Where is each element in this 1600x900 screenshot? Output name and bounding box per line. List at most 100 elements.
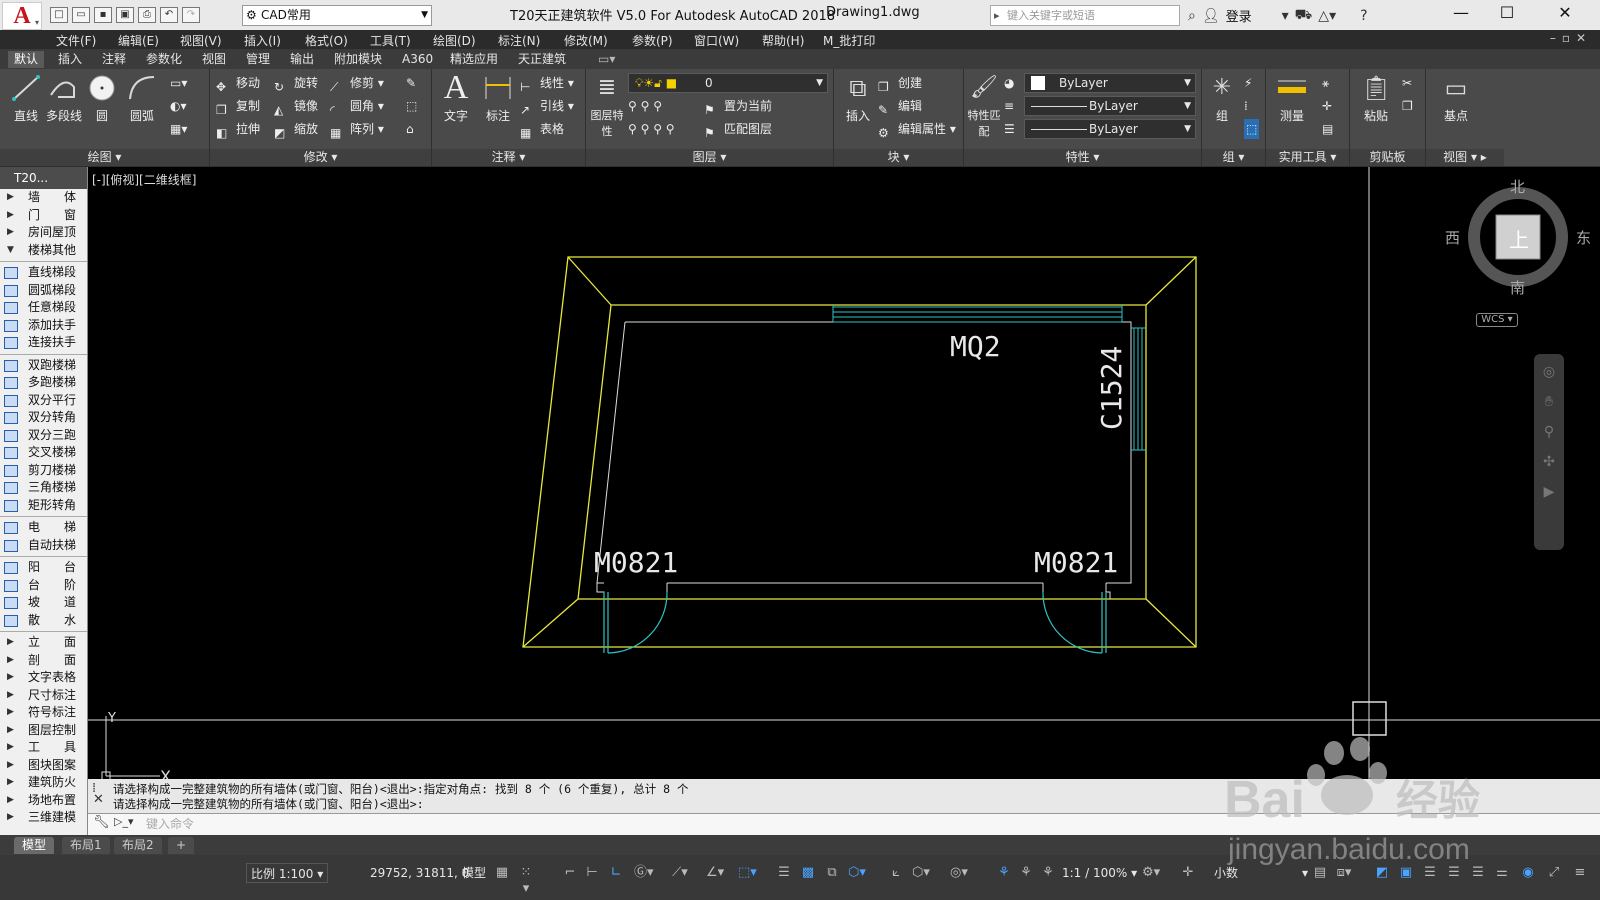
palette-item[interactable]: 矩形转角 <box>0 497 87 515</box>
search-input[interactable]: ▸ 键入关键字或短语 <box>990 5 1180 26</box>
palette-header[interactable]: T20... <box>0 167 87 189</box>
measure-button[interactable]: 测量 <box>1270 73 1314 124</box>
isodraft-icon[interactable]: ⟋▾ <box>672 865 688 881</box>
tab-layout2[interactable]: 布局2 <box>114 837 162 854</box>
tab-annotate[interactable]: 注释 <box>96 51 132 68</box>
palette-item[interactable]: 自动扶梯 <box>0 537 87 555</box>
dynamic-input-icon[interactable]: ⊢ <box>584 865 600 881</box>
tool-icon-c[interactable]: ⚌ <box>1494 865 1510 881</box>
dimension-button[interactable]: 标注 <box>476 73 520 124</box>
application-menu-button[interactable]: A ▾ <box>2 2 42 30</box>
3d-osnap-icon[interactable]: ⬡▾ <box>848 865 866 881</box>
menu-window[interactable]: 窗口(W) <box>694 32 739 49</box>
explode-icon[interactable]: ⬚ <box>406 96 417 116</box>
viewcube-east[interactable]: 东 <box>1576 227 1591 248</box>
palette-item[interactable]: 多跑楼梯 <box>0 374 87 392</box>
erase-icon[interactable]: ✎ <box>406 73 416 93</box>
tab-manage[interactable]: 管理 <box>240 51 276 68</box>
palette-item[interactable]: ▶ 图层控制 <box>0 722 87 740</box>
palette-item[interactable]: ▶ 门 窗 <box>0 207 87 225</box>
command-input[interactable]: 键入命令 <box>88 813 1600 835</box>
open-icon[interactable]: ▭ <box>72 7 90 23</box>
menu-insert[interactable]: 插入(I) <box>244 32 281 49</box>
command-prompt-icon[interactable]: ▷_▾ <box>114 815 133 828</box>
base-view-button[interactable]: ▭ 基点 <box>1434 73 1478 124</box>
dynamic-ucs-icon[interactable]: ⟀ <box>888 865 904 881</box>
menu-draw[interactable]: 绘图(D) <box>433 32 476 49</box>
stretch-button[interactable]: ◧ 拉伸 <box>216 119 260 140</box>
hatch-icon[interactable]: ◐▾ <box>170 96 187 116</box>
viewcube-south[interactable]: 南 <box>1510 277 1525 298</box>
showmotion-icon[interactable]: ▶ <box>1539 484 1559 504</box>
palette-item[interactable]: ▶ 墙 体 <box>0 189 87 207</box>
binoculars-icon[interactable]: ⌕ <box>1188 8 1196 24</box>
palette-item[interactable]: 交叉楼梯 <box>0 444 87 462</box>
view-panel-title[interactable]: 视图 ▾ ▸ <box>1426 149 1504 166</box>
rotate-button[interactable]: ↻ 旋转 <box>274 73 318 94</box>
tab-featured-apps[interactable]: 精选应用 <box>444 51 504 68</box>
palette-item[interactable]: ▶ 文字表格 <box>0 669 87 687</box>
pan-icon[interactable]: ✋︎ <box>1539 394 1559 414</box>
block-panel-title[interactable]: 块 ▾ <box>834 149 963 166</box>
customize-status-icon[interactable]: ≡ <box>1572 865 1588 881</box>
palette-item[interactable]: ▶ 剖 面 <box>0 652 87 670</box>
object-snap-icon[interactable]: ⬚▾ <box>738 865 757 881</box>
tool-icon-d[interactable]: ◉ <box>1520 865 1536 881</box>
palette-item[interactable]: 双分三跑 <box>0 427 87 445</box>
menu-parametric[interactable]: 参数(P) <box>632 32 673 49</box>
paste-button[interactable]: 📋︎ 粘贴 <box>1354 73 1398 124</box>
create-block-button[interactable]: ❐ 创建 <box>878 73 922 94</box>
annotation-scale-icon[interactable]: ⚘ <box>1040 865 1056 881</box>
color-dropdown[interactable]: ByLayer ▼ <box>1024 73 1196 93</box>
cut-icon[interactable]: ✂ <box>1402 73 1412 93</box>
palette-item[interactable]: 三角楼梯 <box>0 479 87 497</box>
draw-panel-title[interactable]: 绘图 ▾ <box>0 149 209 166</box>
close-button[interactable]: ✕ <box>1530 0 1600 28</box>
selection-cycling-icon[interactable]: ⧉ <box>824 865 840 881</box>
snap-icon[interactable]: ⁙▾ <box>518 865 534 896</box>
table-button[interactable]: ▦ 表格 <box>520 119 564 140</box>
layer-tools-row1[interactable]: ⚲ ⚲ ⚲ <box>628 96 662 116</box>
palette-item[interactable]: 阳 台 <box>0 559 87 577</box>
workspace-switch-icon[interactable]: ⚙▾ <box>1142 865 1160 881</box>
group-button[interactable]: ✳ 组 <box>1202 73 1242 124</box>
leader-button[interactable]: ↗ 引线 ▾ <box>520 96 574 117</box>
ortho-icon[interactable]: ∟ <box>608 865 624 881</box>
palette-item[interactable]: 双分平行 <box>0 392 87 410</box>
coordinates-readout[interactable]: 29752, 31811, 0 <box>370 863 469 883</box>
wcs-menu[interactable]: WCS ▾ <box>1476 313 1518 327</box>
quick-properties-icon[interactable]: ▤ <box>1312 865 1328 881</box>
undo-icon[interactable]: ↶ <box>160 7 178 23</box>
zoom-icon[interactable]: ⚲ <box>1539 424 1559 444</box>
transparency-icon[interactable]: ▩ <box>800 865 816 881</box>
lineweight-dropdown[interactable]: ByLayer ▼ <box>1024 119 1196 139</box>
user-icon[interactable]: 👤︎ <box>1202 8 1220 24</box>
match-properties-button[interactable]: 🖌︎ 特性匹配 <box>966 73 1002 139</box>
grid-icon[interactable]: ▦ <box>494 865 510 881</box>
palette-item[interactable]: 电 梯 <box>0 519 87 537</box>
palette-item[interactable]: ▶ 符号标注 <box>0 704 87 722</box>
insert-block-button[interactable]: ⧉ 插入 <box>836 73 880 124</box>
tab-output[interactable]: 输出 <box>284 51 320 68</box>
orbit-icon[interactable]: ✣ <box>1539 454 1559 474</box>
close-icon[interactable]: ✕ <box>93 792 104 807</box>
layer-properties-button[interactable]: ≣ 图层特性 <box>588 73 626 139</box>
match-layer-button[interactable]: ⚑ 匹配图层 <box>704 119 772 140</box>
trim-button[interactable]: ⟋ 修剪 ▾ <box>330 73 384 94</box>
rectangle-icon[interactable]: ▭▾ <box>170 73 187 93</box>
region-icon[interactable]: ▦▾ <box>170 119 187 139</box>
tab-layout1[interactable]: 布局1 <box>62 837 110 854</box>
palette-item[interactable]: ▶ 图块图案 <box>0 757 87 775</box>
palette-item[interactable]: 坡 道 <box>0 594 87 612</box>
palette-item[interactable]: ▶ 工 具 <box>0 739 87 757</box>
selection-filter-icon[interactable]: ⬡▾ <box>912 865 930 881</box>
viewport-controls[interactable]: [-][俯视][二维线框] <box>92 171 196 188</box>
group-select-icon[interactable]: ⬚ <box>1244 119 1260 139</box>
viewcube-west[interactable]: 西 <box>1445 227 1460 248</box>
calculator-icon[interactable]: ▤ <box>1322 119 1333 139</box>
palette-item[interactable]: ▶ 立 面 <box>0 634 87 652</box>
utilities-panel-title[interactable]: 实用工具 ▾ <box>1266 149 1349 166</box>
palette-item[interactable]: 直线梯段 <box>0 264 87 282</box>
tab-insert[interactable]: 插入 <box>52 51 88 68</box>
palette-item[interactable]: 双跑楼梯 <box>0 357 87 375</box>
